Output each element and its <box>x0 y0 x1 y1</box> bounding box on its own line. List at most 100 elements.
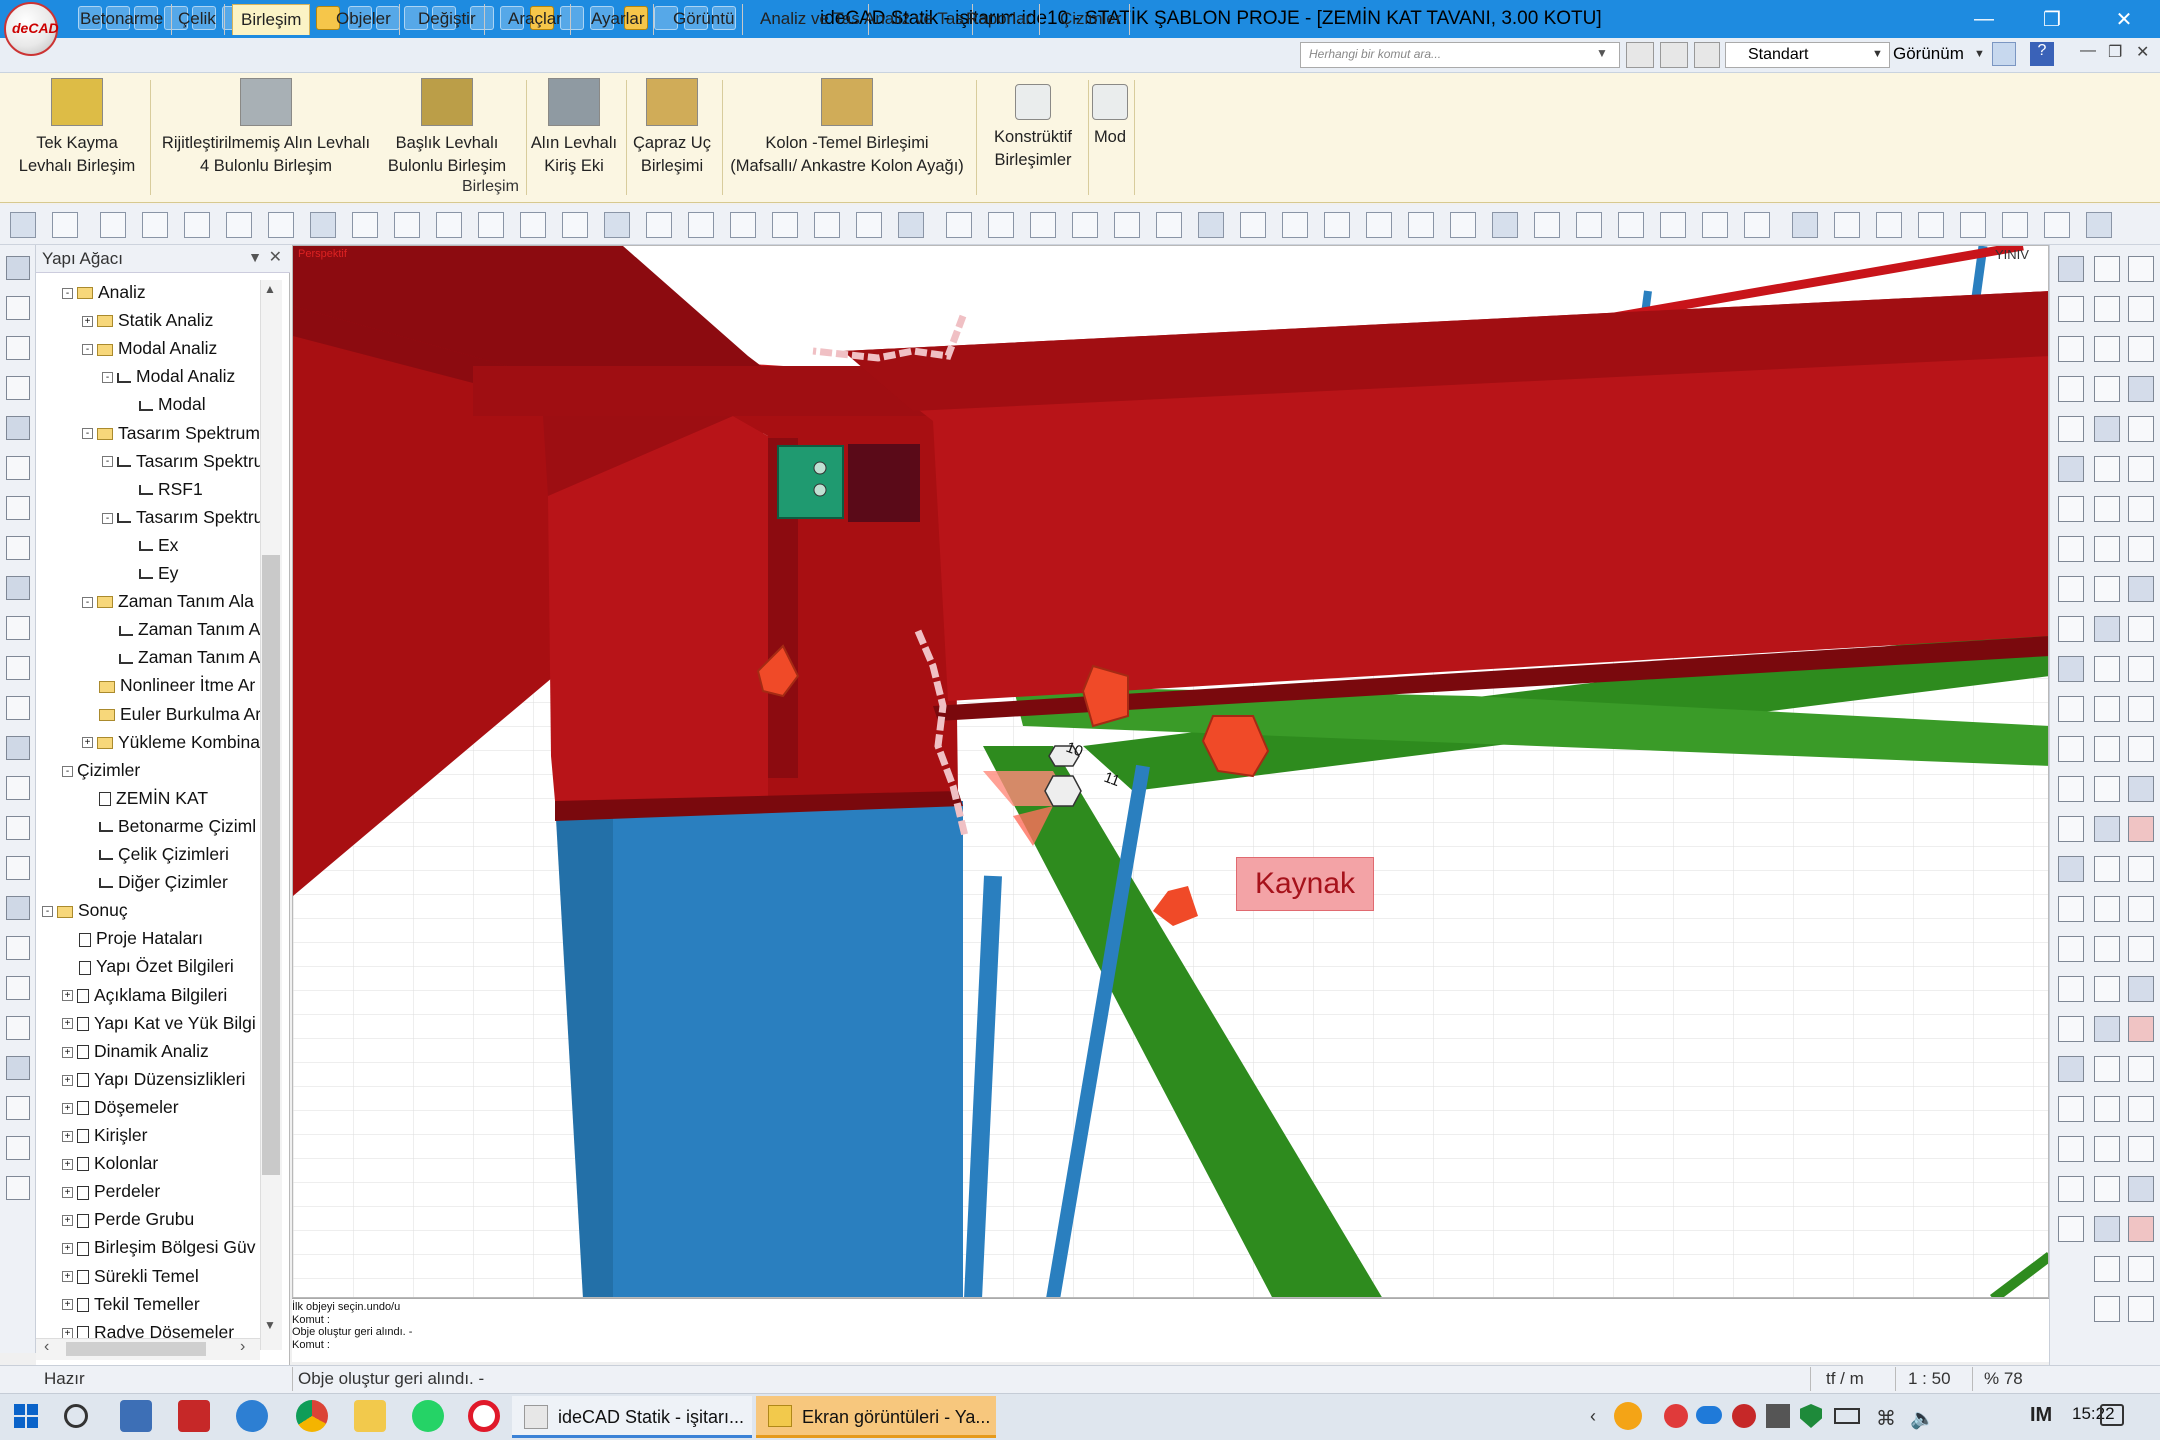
chart-icon[interactable] <box>1282 212 1308 238</box>
design-tool-icon[interactable] <box>2058 536 2084 562</box>
tree-node[interactable]: + Kolonlar <box>62 1149 158 1177</box>
style-settings-icon[interactable] <box>1694 42 1720 68</box>
grid-icon[interactable] <box>856 212 882 238</box>
design-tool-icon[interactable] <box>2128 976 2154 1002</box>
design-tool-icon[interactable] <box>2058 376 2084 402</box>
view-icon[interactable] <box>1492 212 1518 238</box>
extend-icon[interactable] <box>562 212 588 238</box>
tree-node[interactable]: Nonlineer İtme Ar <box>82 671 255 699</box>
doc-close-icon[interactable]: ✕ <box>2136 42 2149 62</box>
tree-node[interactable]: + Statik Analiz <box>82 306 213 334</box>
tree-node[interactable]: Ex <box>122 531 178 559</box>
hatch-icon[interactable] <box>814 212 840 238</box>
menu-tab[interactable]: Analiz ve Tas <box>856 4 973 35</box>
search-icon[interactable] <box>64 1404 88 1428</box>
tree-node[interactable]: ZEMİN KAT <box>82 784 208 812</box>
import-icon[interactable] <box>6 736 30 760</box>
report-icon[interactable] <box>1744 212 1770 238</box>
wifi-icon[interactable]: ⌘ <box>1876 1406 1896 1431</box>
pen-icon[interactable] <box>142 212 168 238</box>
design-tool-icon[interactable] <box>2058 856 2084 882</box>
design-tool-icon[interactable] <box>2128 1256 2154 1282</box>
design-tool-icon[interactable] <box>2094 576 2120 602</box>
design-tool-icon[interactable] <box>2128 936 2154 962</box>
expand-icon[interactable]: + <box>62 990 73 1002</box>
menu-tab[interactable]: Raporlar <box>958 4 1041 35</box>
tree-node[interactable]: Yapı Özet Bilgileri <box>62 952 234 980</box>
volume-icon[interactable]: 🔈 <box>1910 1406 1935 1431</box>
design-tool-icon[interactable] <box>2058 1096 2084 1122</box>
design-tool-icon[interactable] <box>2128 1176 2154 1202</box>
design-tool-icon[interactable] <box>2128 1216 2154 1242</box>
stretch-icon[interactable] <box>730 212 756 238</box>
slope-icon[interactable] <box>2002 212 2028 238</box>
camera-icon[interactable] <box>6 1056 30 1080</box>
tray-print-icon[interactable] <box>1766 1404 1790 1428</box>
text-icon[interactable] <box>6 616 30 640</box>
tray-app-icon[interactable] <box>1664 1404 1688 1428</box>
design-tool-icon[interactable] <box>2128 536 2154 562</box>
tree-node[interactable]: Proje Hataları <box>62 924 203 952</box>
tools-icon[interactable] <box>1992 42 2016 66</box>
tree-node[interactable]: Zaman Tanım A <box>102 643 260 671</box>
circle-icon[interactable] <box>1114 212 1140 238</box>
tree-node[interactable]: + Birleşim Bölgesi Güv <box>62 1233 255 1261</box>
collapse-icon[interactable]: - <box>82 596 93 608</box>
design-tool-icon[interactable] <box>2128 736 2154 762</box>
tree-node[interactable]: - Zaman Tanım Ala <box>82 587 254 615</box>
design-tool-icon[interactable] <box>2058 416 2084 442</box>
expand-icon[interactable]: + <box>62 1046 73 1058</box>
design-tool-icon[interactable] <box>2094 296 2120 322</box>
design-tool-icon[interactable] <box>2094 256 2120 282</box>
design-tool-icon[interactable] <box>2058 936 2084 962</box>
print-icon[interactable] <box>6 656 30 680</box>
scroll-up-icon[interactable]: ▲ <box>264 282 276 296</box>
status-scale[interactable]: 1 : 50 <box>1908 1369 1951 1389</box>
design-tool-icon[interactable] <box>2128 296 2154 322</box>
design-tool-icon[interactable] <box>2058 656 2084 682</box>
sketch-icon[interactable] <box>6 856 30 880</box>
scroll-down-icon[interactable]: ▼ <box>264 1318 276 1332</box>
design-tool-icon[interactable] <box>2128 1136 2154 1162</box>
style-select[interactable]: Standart <box>1725 42 1890 68</box>
check-icon[interactable] <box>2044 212 2070 238</box>
design-tool-icon[interactable] <box>2058 576 2084 602</box>
tag-icon[interactable] <box>1918 212 1944 238</box>
menu-tab[interactable]: Değiştir <box>410 4 485 35</box>
design-tool-icon[interactable] <box>2058 1216 2084 1242</box>
mode-button[interactable]: Mod <box>1090 78 1130 149</box>
mirror-icon[interactable] <box>436 212 462 238</box>
steel-icon[interactable] <box>6 576 30 600</box>
tree-node[interactable]: RSF1 <box>122 475 203 503</box>
design-tool-icon[interactable] <box>2094 1176 2120 1202</box>
pin-icon[interactable]: ▼ <box>248 249 262 265</box>
tools-icon[interactable] <box>6 936 30 960</box>
analysis-icon[interactable] <box>6 496 30 520</box>
tree-node[interactable]: Modal <box>122 390 206 418</box>
design-tool-icon[interactable] <box>2058 816 2084 842</box>
design-tool-icon[interactable] <box>2094 496 2120 522</box>
report-icon[interactable] <box>6 536 30 560</box>
design-tool-icon[interactable] <box>2094 616 2120 642</box>
menu-tab[interactable]: Çizimler <box>1052 4 1131 35</box>
edge-icon[interactable] <box>236 1400 268 1432</box>
design-tool-icon[interactable] <box>2128 456 2154 482</box>
section-icon[interactable] <box>1450 212 1476 238</box>
design-tool-icon[interactable] <box>2128 336 2154 362</box>
expand-icon[interactable]: + <box>82 737 93 749</box>
list-icon[interactable] <box>1366 212 1392 238</box>
design-tool-icon[interactable] <box>2094 1056 2120 1082</box>
tree-node[interactable]: - Sonuç <box>42 896 128 924</box>
image-icon[interactable] <box>946 212 972 238</box>
brace-end-button[interactable]: Çapraz Uç Birleşimi <box>626 78 718 178</box>
view-menu[interactable]: Görünüm <box>1893 44 1964 64</box>
design-tool-icon[interactable] <box>2058 1176 2084 1202</box>
onedrive-icon[interactable] <box>1696 1406 1722 1424</box>
measure-icon[interactable] <box>1324 212 1350 238</box>
restore-icon[interactable]: ❐ <box>2020 0 2084 38</box>
xy-icon[interactable] <box>1618 212 1644 238</box>
tree-node[interactable]: + Yapı Kat ve Yük Bilgi <box>62 1009 256 1037</box>
app-logo-icon[interactable]: deCAD <box>4 2 59 56</box>
doc-minimize-icon[interactable]: — <box>2080 42 2096 60</box>
design-tool-icon[interactable] <box>2094 776 2120 802</box>
